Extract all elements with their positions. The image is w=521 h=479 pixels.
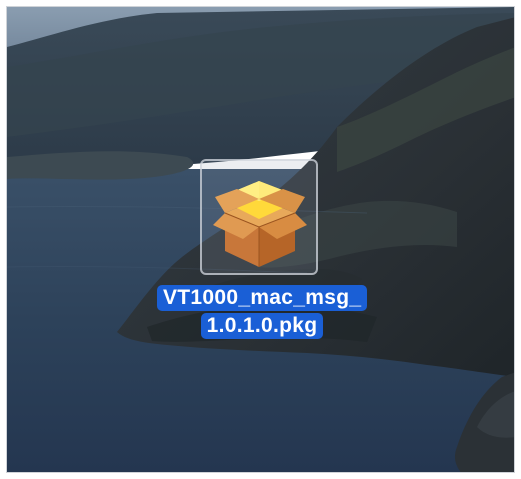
installer-package-icon[interactable] [207, 167, 311, 271]
file-name-label[interactable]: VT1000_mac_msg_ 1.0.1.0.pkg [157, 285, 368, 339]
file-name-line-1: VT1000_mac_msg_ [157, 285, 368, 311]
desktop-file-item[interactable]: VT1000_mac_msg_ 1.0.1.0.pkg [157, 155, 368, 345]
desktop[interactable]: VT1000_mac_msg_ 1.0.1.0.pkg [6, 6, 515, 473]
file-name-line-2: 1.0.1.0.pkg [200, 313, 324, 339]
